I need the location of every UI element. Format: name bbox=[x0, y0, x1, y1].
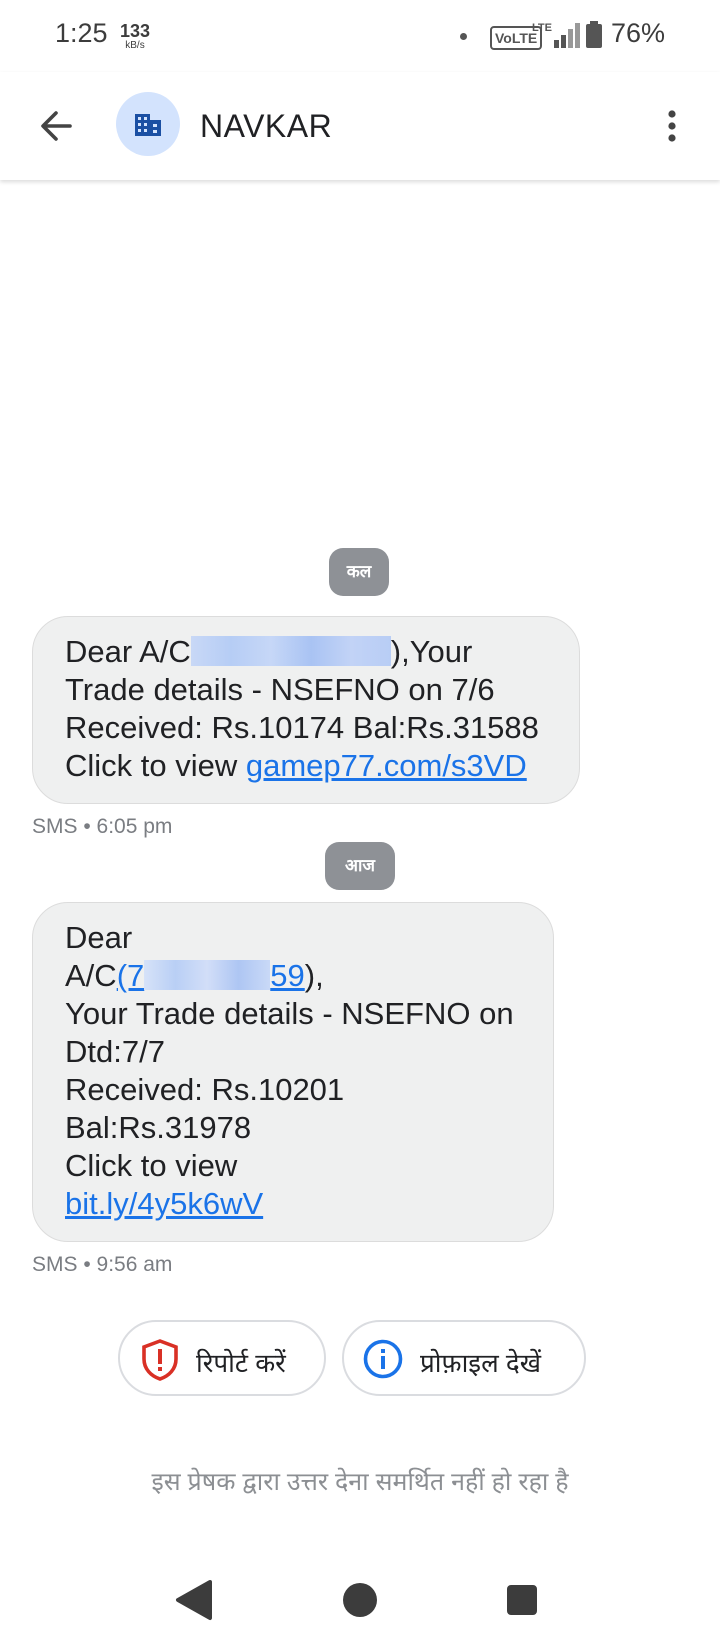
arrow-back-icon[interactable] bbox=[30, 98, 86, 154]
message-line: Dear bbox=[65, 920, 133, 955]
message-line: bit.ly/4y5k6wV bbox=[65, 1185, 521, 1223]
app-bar: NAVKAR bbox=[0, 72, 720, 180]
battery-icon bbox=[586, 21, 602, 48]
nav-back-icon[interactable] bbox=[176, 1580, 212, 1620]
view-profile-button[interactable]: प्रोफ़ाइल देखें bbox=[342, 1320, 586, 1396]
redacted-account bbox=[190, 635, 391, 666]
message-line: Your Trade details - NSEFNO on bbox=[65, 996, 514, 1031]
message-line: Received: Rs.10201 bbox=[65, 1072, 345, 1107]
view-profile-label: प्रोफ़ाइल देखें bbox=[420, 1348, 541, 1378]
nav-recents-icon[interactable] bbox=[507, 1585, 537, 1615]
message-line: Click to view gamep77.com/s3VD bbox=[65, 748, 527, 783]
report-label: रिपोर्ट करें bbox=[196, 1348, 286, 1378]
message-meta: SMS • 9:56 am bbox=[32, 1253, 173, 1276]
message-line: A/C(7 59), bbox=[65, 958, 324, 993]
date-chip-yesterday: कल bbox=[329, 548, 389, 596]
avatar[interactable] bbox=[116, 92, 180, 156]
status-time: 1:25 bbox=[55, 18, 108, 48]
network-speed-value: 133 bbox=[119, 21, 151, 41]
message-line: Dtd:7/7 bbox=[65, 1034, 165, 1069]
conversation-title: NAVKAR bbox=[200, 108, 333, 144]
report-button[interactable]: रिपोर्ट करें bbox=[118, 1320, 326, 1396]
message-line: Received: Rs.10174 Bal:Rs.31588 bbox=[65, 710, 539, 745]
notification-dot-icon bbox=[460, 33, 467, 40]
date-chip-today: आज bbox=[325, 842, 395, 890]
message-meta: SMS • 6:05 pm bbox=[32, 815, 173, 838]
message-line: Bal:Rs.31978 bbox=[65, 1110, 252, 1145]
nav-home-icon[interactable] bbox=[343, 1583, 377, 1617]
lte-label: LTE bbox=[532, 22, 552, 34]
more-vert-icon[interactable] bbox=[652, 98, 692, 154]
status-bar: 1:25 133 kB/s VoLTE LTE 76% bbox=[0, 0, 720, 72]
battery-percent: 76% bbox=[611, 18, 666, 48]
navigation-bar bbox=[176, 1580, 537, 1620]
message-line: Dear A/C),Your bbox=[65, 634, 473, 669]
message-bubble[interactable]: Dear A/C(7 59), Your Trade details - NSEF… bbox=[32, 902, 554, 1242]
message-link[interactable]: bit.ly/4y5k6wV bbox=[65, 1186, 263, 1221]
shield-alert-icon bbox=[142, 1339, 178, 1381]
network-speed: 133 kB/s bbox=[118, 22, 152, 51]
redacted-account bbox=[144, 959, 271, 990]
info-icon bbox=[363, 1339, 403, 1379]
message-line: Click to view bbox=[65, 1148, 238, 1183]
reply-not-supported-note: इस प्रेषक द्वारा उत्तर देना समर्थित नहीं… bbox=[151, 1468, 569, 1496]
message-line: Trade details - NSEFNO on 7/6 bbox=[65, 672, 495, 707]
message-bubble[interactable]: Dear A/C),Your Trade details - NSEFNO on… bbox=[32, 616, 580, 804]
signal-icon bbox=[554, 23, 580, 48]
message-link[interactable]: gamep77.com/s3VD bbox=[246, 748, 527, 783]
business-icon bbox=[135, 114, 161, 136]
network-speed-unit: kB/s bbox=[125, 40, 145, 51]
account-link[interactable]: (7 59 bbox=[117, 958, 305, 993]
